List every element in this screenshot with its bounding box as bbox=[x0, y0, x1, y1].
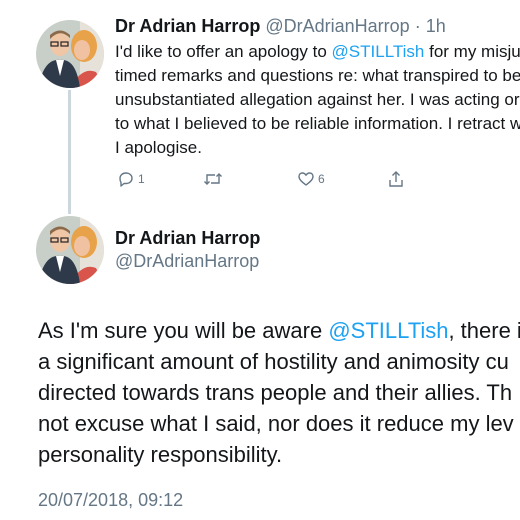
body-text: timed remarks and questions re: what tra… bbox=[115, 66, 520, 85]
body-text: directed towards trans people and their … bbox=[38, 380, 513, 405]
heart-icon bbox=[298, 172, 314, 186]
body-line: I apologise. bbox=[115, 136, 520, 160]
time-ago[interactable]: 1h bbox=[426, 16, 446, 36]
body-line: unsubstantiated allegation against her. … bbox=[115, 88, 520, 112]
tweet-timestamp[interactable]: 20/07/2018, 09:12 bbox=[38, 490, 183, 511]
body-line: I'd like to offer an apology to @STILLTi… bbox=[115, 40, 520, 64]
reply-icon bbox=[119, 172, 133, 187]
body-text: As I'm sure you will be aware bbox=[38, 318, 329, 343]
body-text: a significant amount of hostility and an… bbox=[38, 349, 509, 374]
avatar[interactable] bbox=[36, 20, 104, 88]
body-text: for my misju bbox=[424, 42, 520, 61]
body-line: As I'm sure you will be aware @STILLTish… bbox=[38, 315, 520, 346]
thread-line bbox=[68, 90, 71, 214]
body-text: not excuse what I said, nor does it redu… bbox=[38, 411, 514, 436]
reply-count: 1 bbox=[138, 172, 145, 186]
display-name[interactable]: Dr Adrian Harrop bbox=[115, 228, 260, 249]
body-line: directed towards trans people and their … bbox=[38, 377, 520, 408]
share-icon bbox=[389, 171, 403, 187]
avatar[interactable] bbox=[36, 216, 104, 284]
body-line: not excuse what I said, nor does it redu… bbox=[38, 408, 520, 439]
retweet-button[interactable] bbox=[203, 170, 226, 188]
body-text: I apologise. bbox=[115, 138, 202, 157]
like-button[interactable]: 6 bbox=[297, 170, 325, 188]
reply-button[interactable]: 1 bbox=[117, 170, 145, 188]
body-text: to what I believed to be reliable inform… bbox=[115, 114, 520, 133]
body-line: a significant amount of hostility and an… bbox=[38, 346, 520, 377]
retweet-icon bbox=[204, 173, 222, 185]
main-tweet-body: As I'm sure you will be aware @STILLTish… bbox=[38, 315, 520, 470]
body-text: I'd like to offer an apology to bbox=[115, 42, 332, 61]
share-button[interactable] bbox=[387, 170, 405, 188]
body-text: unsubstantiated allegation against her. … bbox=[115, 90, 520, 109]
handle[interactable]: @DrAdrianHarrop bbox=[115, 251, 259, 272]
display-name[interactable]: Dr Adrian Harrop bbox=[115, 16, 260, 36]
mention-link[interactable]: @STILLTish bbox=[332, 42, 425, 61]
like-count: 6 bbox=[318, 172, 325, 186]
reply-tweet-body: I'd like to offer an apology to @STILLTi… bbox=[115, 40, 520, 160]
body-text: , there i bbox=[448, 318, 520, 343]
body-line: personality responsibility. bbox=[38, 439, 520, 470]
reply-tweet-header: Dr Adrian Harrop @DrAdrianHarrop · 1h bbox=[115, 16, 446, 37]
body-line: timed remarks and questions re: what tra… bbox=[115, 64, 520, 88]
mention-link[interactable]: @STILLTish bbox=[328, 318, 448, 343]
body-text: personality responsibility. bbox=[38, 442, 283, 467]
separator: · bbox=[409, 16, 426, 36]
body-line: to what I believed to be reliable inform… bbox=[115, 112, 520, 136]
handle[interactable]: @DrAdrianHarrop bbox=[265, 16, 409, 36]
